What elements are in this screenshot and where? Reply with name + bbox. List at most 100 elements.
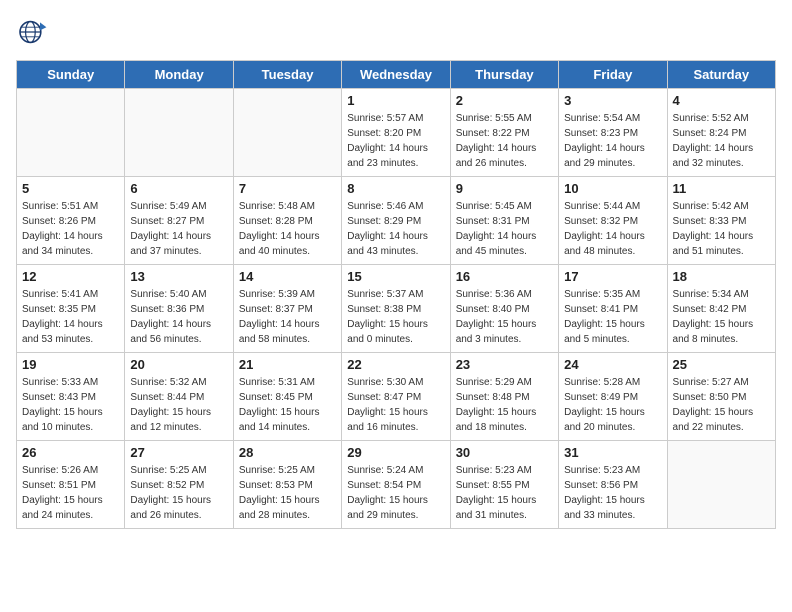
calendar-cell: 2 Sunrise: 5:55 AM Sunset: 8:22 PM Daylig… xyxy=(450,89,558,177)
calendar-cell: 17Sunrise: 5:35 AM Sunset: 8:41 PM Dayli… xyxy=(559,265,667,353)
day-number: 16 xyxy=(456,269,553,284)
day-number: 13 xyxy=(130,269,227,284)
calendar-cell: 3 Sunrise: 5:54 AM Sunset: 8:23 PM Daylig… xyxy=(559,89,667,177)
cell-info: Sunrise: 5:23 AM Sunset: 8:56 PM Dayligh… xyxy=(564,463,661,523)
day-number: 28 xyxy=(239,445,336,460)
calendar-cell: 27 Sunrise: 5:25 AM Sunset: 8:52 PM Dayli… xyxy=(125,441,233,529)
calendar-week-row: 26 Sunrise: 5:26 AM Sunset: 8:51 PM Dayli… xyxy=(17,441,776,529)
calendar-week-row: 19Sunrise: 5:33 AM Sunset: 8:43 PM Dayli… xyxy=(17,353,776,441)
calendar-cell: 24Sunrise: 5:28 AM Sunset: 8:49 PM Dayli… xyxy=(559,353,667,441)
day-number: 11 xyxy=(673,181,770,196)
day-number: 14 xyxy=(239,269,336,284)
cell-info: Sunrise: 5:52 AM Sunset: 8:24 PM Dayligh… xyxy=(673,111,770,171)
day-number: 4 xyxy=(673,93,770,108)
day-number: 5 xyxy=(22,181,119,196)
cell-info: Sunrise: 5:46 AM Sunset: 8:29 PM Dayligh… xyxy=(347,199,444,259)
cell-info: Sunrise: 5:49 AM Sunset: 8:27 PM Dayligh… xyxy=(130,199,227,259)
day-number: 21 xyxy=(239,357,336,372)
day-header-wednesday: Wednesday xyxy=(342,61,450,89)
cell-info: Sunrise: 5:32 AM Sunset: 8:44 PM Dayligh… xyxy=(130,375,227,435)
day-number: 3 xyxy=(564,93,661,108)
cell-info: Sunrise: 5:51 AM Sunset: 8:26 PM Dayligh… xyxy=(22,199,119,259)
cell-info: Sunrise: 5:48 AM Sunset: 8:28 PM Dayligh… xyxy=(239,199,336,259)
cell-info: Sunrise: 5:33 AM Sunset: 8:43 PM Dayligh… xyxy=(22,375,119,435)
day-number: 7 xyxy=(239,181,336,196)
day-header-tuesday: Tuesday xyxy=(233,61,341,89)
calendar-cell: 9 Sunrise: 5:45 AM Sunset: 8:31 PM Daylig… xyxy=(450,177,558,265)
calendar-cell: 15 Sunrise: 5:37 AM Sunset: 8:38 PM Dayli… xyxy=(342,265,450,353)
day-number: 26 xyxy=(22,445,119,460)
calendar-cell: 1 Sunrise: 5:57 AM Sunset: 8:20 PM Daylig… xyxy=(342,89,450,177)
cell-info: Sunrise: 5:45 AM Sunset: 8:31 PM Dayligh… xyxy=(456,199,553,259)
cell-info: Sunrise: 5:35 AM Sunset: 8:41 PM Dayligh… xyxy=(564,287,661,347)
cell-info: Sunrise: 5:39 AM Sunset: 8:37 PM Dayligh… xyxy=(239,287,336,347)
cell-info: Sunrise: 5:31 AM Sunset: 8:45 PM Dayligh… xyxy=(239,375,336,435)
calendar-cell xyxy=(17,89,125,177)
day-number: 30 xyxy=(456,445,553,460)
calendar-cell: 18 Sunrise: 5:34 AM Sunset: 8:42 PM Dayli… xyxy=(667,265,775,353)
day-number: 6 xyxy=(130,181,227,196)
day-number: 10 xyxy=(564,181,661,196)
day-number: 29 xyxy=(347,445,444,460)
cell-info: Sunrise: 5:41 AM Sunset: 8:35 PM Dayligh… xyxy=(22,287,119,347)
calendar-week-row: 12Sunrise: 5:41 AM Sunset: 8:35 PM Dayli… xyxy=(17,265,776,353)
day-number: 24 xyxy=(564,357,661,372)
day-header-sunday: Sunday xyxy=(17,61,125,89)
cell-info: Sunrise: 5:40 AM Sunset: 8:36 PM Dayligh… xyxy=(130,287,227,347)
calendar-cell: 23 Sunrise: 5:29 AM Sunset: 8:48 PM Dayli… xyxy=(450,353,558,441)
cell-info: Sunrise: 5:26 AM Sunset: 8:51 PM Dayligh… xyxy=(22,463,119,523)
calendar-cell: 12Sunrise: 5:41 AM Sunset: 8:35 PM Dayli… xyxy=(17,265,125,353)
cell-info: Sunrise: 5:36 AM Sunset: 8:40 PM Dayligh… xyxy=(456,287,553,347)
day-number: 20 xyxy=(130,357,227,372)
calendar-cell: 5 Sunrise: 5:51 AM Sunset: 8:26 PM Daylig… xyxy=(17,177,125,265)
cell-info: Sunrise: 5:34 AM Sunset: 8:42 PM Dayligh… xyxy=(673,287,770,347)
cell-info: Sunrise: 5:55 AM Sunset: 8:22 PM Dayligh… xyxy=(456,111,553,171)
cell-info: Sunrise: 5:37 AM Sunset: 8:38 PM Dayligh… xyxy=(347,287,444,347)
calendar-week-row: 5 Sunrise: 5:51 AM Sunset: 8:26 PM Daylig… xyxy=(17,177,776,265)
calendar-cell: 7 Sunrise: 5:48 AM Sunset: 8:28 PM Daylig… xyxy=(233,177,341,265)
day-header-saturday: Saturday xyxy=(667,61,775,89)
day-header-monday: Monday xyxy=(125,61,233,89)
cell-info: Sunrise: 5:42 AM Sunset: 8:33 PM Dayligh… xyxy=(673,199,770,259)
calendar-table: SundayMondayTuesdayWednesdayThursdayFrid… xyxy=(16,60,776,529)
calendar-cell: 22Sunrise: 5:30 AM Sunset: 8:47 PM Dayli… xyxy=(342,353,450,441)
calendar-cell: 10Sunrise: 5:44 AM Sunset: 8:32 PM Dayli… xyxy=(559,177,667,265)
cell-info: Sunrise: 5:29 AM Sunset: 8:48 PM Dayligh… xyxy=(456,375,553,435)
day-number: 27 xyxy=(130,445,227,460)
day-number: 25 xyxy=(673,357,770,372)
day-number: 1 xyxy=(347,93,444,108)
day-number: 18 xyxy=(673,269,770,284)
logo xyxy=(16,16,52,48)
cell-info: Sunrise: 5:57 AM Sunset: 8:20 PM Dayligh… xyxy=(347,111,444,171)
calendar-cell xyxy=(233,89,341,177)
cell-info: Sunrise: 5:27 AM Sunset: 8:50 PM Dayligh… xyxy=(673,375,770,435)
cell-info: Sunrise: 5:54 AM Sunset: 8:23 PM Dayligh… xyxy=(564,111,661,171)
cell-info: Sunrise: 5:30 AM Sunset: 8:47 PM Dayligh… xyxy=(347,375,444,435)
day-number: 31 xyxy=(564,445,661,460)
day-number: 9 xyxy=(456,181,553,196)
cell-info: Sunrise: 5:24 AM Sunset: 8:54 PM Dayligh… xyxy=(347,463,444,523)
calendar-cell xyxy=(667,441,775,529)
calendar-cell: 31 Sunrise: 5:23 AM Sunset: 8:56 PM Dayli… xyxy=(559,441,667,529)
calendar-cell: 14 Sunrise: 5:39 AM Sunset: 8:37 PM Dayli… xyxy=(233,265,341,353)
calendar-cell: 11 Sunrise: 5:42 AM Sunset: 8:33 PM Dayli… xyxy=(667,177,775,265)
day-number: 23 xyxy=(456,357,553,372)
day-number: 8 xyxy=(347,181,444,196)
calendar-cell: 26 Sunrise: 5:26 AM Sunset: 8:51 PM Dayli… xyxy=(17,441,125,529)
day-number: 15 xyxy=(347,269,444,284)
calendar-cell: 16 Sunrise: 5:36 AM Sunset: 8:40 PM Dayli… xyxy=(450,265,558,353)
day-header-thursday: Thursday xyxy=(450,61,558,89)
calendar-cell: 8 Sunrise: 5:46 AM Sunset: 8:29 PM Daylig… xyxy=(342,177,450,265)
calendar-cell: 25 Sunrise: 5:27 AM Sunset: 8:50 PM Dayli… xyxy=(667,353,775,441)
calendar-cell: 21 Sunrise: 5:31 AM Sunset: 8:45 PM Dayli… xyxy=(233,353,341,441)
day-header-friday: Friday xyxy=(559,61,667,89)
calendar-week-row: 1 Sunrise: 5:57 AM Sunset: 8:20 PM Daylig… xyxy=(17,89,776,177)
calendar-cell: 28 Sunrise: 5:25 AM Sunset: 8:53 PM Dayli… xyxy=(233,441,341,529)
logo-icon xyxy=(16,16,48,48)
day-number: 2 xyxy=(456,93,553,108)
calendar-cell: 20 Sunrise: 5:32 AM Sunset: 8:44 PM Dayli… xyxy=(125,353,233,441)
cell-info: Sunrise: 5:25 AM Sunset: 8:53 PM Dayligh… xyxy=(239,463,336,523)
page-header xyxy=(16,16,776,48)
cell-info: Sunrise: 5:25 AM Sunset: 8:52 PM Dayligh… xyxy=(130,463,227,523)
calendar-cell: 19Sunrise: 5:33 AM Sunset: 8:43 PM Dayli… xyxy=(17,353,125,441)
